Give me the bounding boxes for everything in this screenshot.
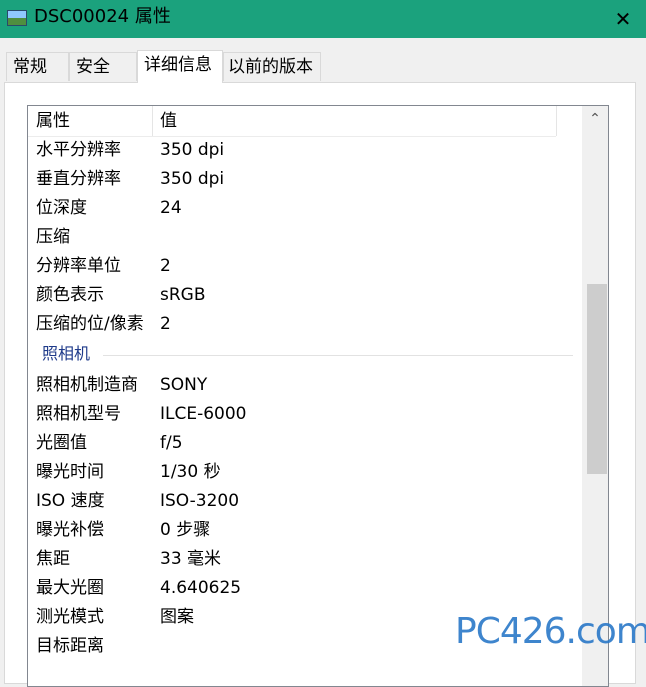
close-button[interactable]: ✕ [600, 0, 646, 38]
property-row[interactable]: ISO 速度 ISO-3200 [28, 487, 580, 516]
property-row[interactable]: 分辨率单位 2 [28, 252, 580, 281]
column-header-value[interactable]: 值 [160, 109, 177, 133]
property-name: 颜色表示 [36, 285, 104, 305]
property-value: sRGB [160, 285, 206, 305]
tab-previous-versions[interactable]: 以前的版本 [223, 52, 321, 81]
vertical-scrollbar[interactable]: ⌃ [582, 106, 608, 686]
property-row[interactable]: 压缩的位/像素 2 [28, 310, 580, 339]
property-value: 4.640625 [160, 578, 242, 598]
property-value: 图案 [160, 607, 194, 627]
property-name: 焦距 [36, 549, 70, 569]
scroll-up-arrow-icon[interactable]: ⌃ [582, 106, 608, 132]
image-file-icon [7, 10, 27, 26]
property-value: 2 [160, 314, 171, 334]
property-row[interactable]: 最大光圈 4.640625 [28, 574, 580, 603]
property-value: 0 步骤 [160, 520, 211, 540]
column-divider[interactable] [556, 106, 557, 136]
property-row[interactable]: 垂直分辨率 350 dpi [28, 165, 580, 194]
watermark-logo: PC426.com [455, 611, 646, 652]
property-value: 24 [160, 198, 182, 218]
property-name: 最大光圈 [36, 578, 104, 598]
property-name: 曝光补偿 [36, 520, 104, 540]
property-row[interactable]: 照相机型号 ILCE-6000 [28, 400, 580, 429]
property-row[interactable]: 焦距 33 毫米 [28, 545, 580, 574]
property-name: 分辨率单位 [36, 256, 121, 276]
property-name: 曝光时间 [36, 462, 104, 482]
property-value: 2 [160, 256, 171, 276]
window-title: DSC00024 属性 [34, 6, 171, 27]
property-row[interactable]: 曝光时间 1/30 秒 [28, 458, 580, 487]
property-row[interactable]: 压缩 [28, 223, 580, 252]
property-value: ISO-3200 [160, 491, 240, 511]
group-label: 照相机 [42, 344, 91, 363]
property-row[interactable]: 光圈值 f/5 [28, 429, 580, 458]
tab-details[interactable]: 详细信息 [137, 50, 223, 83]
details-panel: 属性 值 水平分辨率 350 dpi 垂直分辨率 350 dpi 位深度 24 … [4, 82, 636, 687]
title-bar: DSC00024 属性 ✕ [0, 0, 646, 38]
property-name: 照相机制造商 [36, 375, 138, 395]
properties-list[interactable]: 属性 值 水平分辨率 350 dpi 垂直分辨率 350 dpi 位深度 24 … [27, 105, 609, 687]
property-name: 测光模式 [36, 607, 104, 627]
property-name: 目标距离 [36, 636, 104, 656]
property-value: 350 dpi [160, 140, 225, 160]
property-value: 33 毫米 [160, 549, 222, 569]
scrollbar-thumb[interactable] [587, 284, 607, 474]
property-value: 1/30 秒 [160, 462, 221, 482]
property-row[interactable]: 曝光补偿 0 步骤 [28, 516, 580, 545]
column-header-property[interactable]: 属性 [36, 109, 70, 133]
property-name: 水平分辨率 [36, 140, 121, 160]
property-name: 压缩 [36, 227, 70, 247]
column-divider[interactable] [152, 106, 153, 136]
property-value: 350 dpi [160, 169, 225, 189]
property-value: ILCE-6000 [160, 404, 247, 424]
group-divider [103, 355, 573, 356]
property-name: ISO 速度 [36, 491, 105, 511]
tab-security[interactable]: 安全 [69, 52, 137, 81]
property-name: 光圈值 [36, 433, 87, 453]
tab-bar: 常规 安全 详细信息 以前的版本 [0, 50, 646, 83]
column-header: 属性 值 [28, 106, 557, 137]
property-row[interactable]: 照相机制造商 SONY [28, 371, 580, 400]
tab-general[interactable]: 常规 [6, 52, 69, 81]
property-value: f/5 [160, 433, 183, 453]
property-name: 压缩的位/像素 [36, 314, 144, 334]
property-value: SONY [160, 375, 208, 395]
property-name: 照相机型号 [36, 404, 121, 424]
property-row[interactable]: 位深度 24 [28, 194, 580, 223]
group-header-camera: 照相机 [28, 339, 580, 369]
property-name: 位深度 [36, 198, 87, 218]
property-name: 垂直分辨率 [36, 169, 121, 189]
property-row[interactable]: 水平分辨率 350 dpi [28, 136, 580, 165]
property-row[interactable]: 颜色表示 sRGB [28, 281, 580, 310]
